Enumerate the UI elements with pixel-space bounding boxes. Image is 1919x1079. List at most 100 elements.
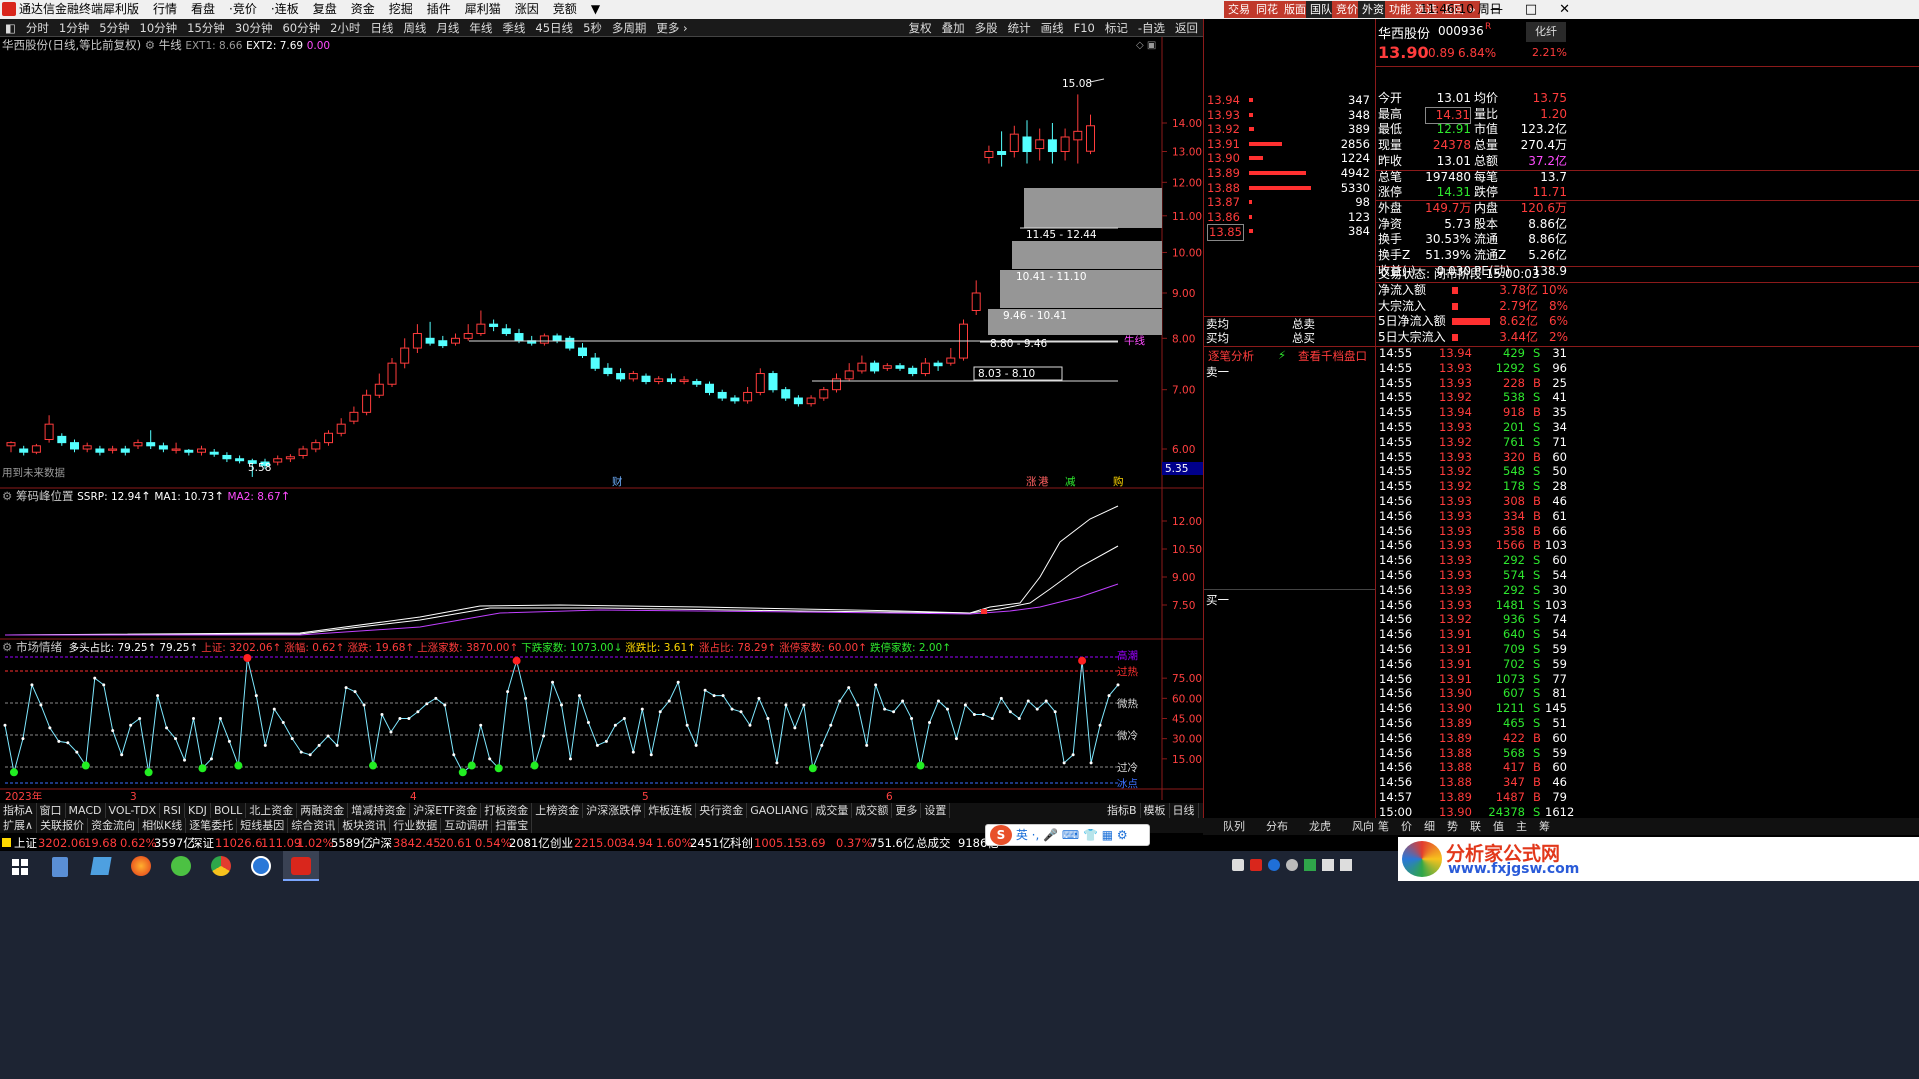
tick-row[interactable]: 14:56 13.88 417 B 60 bbox=[1377, 760, 1919, 775]
tab-tick-analysis[interactable]: 逐笔分析 bbox=[1208, 348, 1254, 364]
tick-row[interactable]: 14:56 13.91 702 S 59 bbox=[1377, 657, 1919, 672]
tick-row[interactable]: 14:56 13.93 292 S 60 bbox=[1377, 553, 1919, 568]
tick-row[interactable]: 14:55 13.92 538 S 41 bbox=[1377, 390, 1919, 405]
tick-row[interactable]: 14:56 13.93 292 S 30 bbox=[1377, 583, 1919, 598]
tick-row[interactable]: 14:56 13.93 358 B 66 bbox=[1377, 524, 1919, 539]
indicator-tab[interactable]: 增减持资金 bbox=[348, 803, 411, 818]
indicator-tab[interactable]: BOLL bbox=[211, 803, 247, 818]
indicator-tab[interactable]: 两融资金 bbox=[297, 803, 349, 818]
period-tab[interactable]: 5分钟 bbox=[94, 19, 134, 37]
tick-row[interactable]: 14:56 13.93 334 B 61 bbox=[1377, 509, 1919, 524]
period-tab[interactable]: 5秒 bbox=[578, 19, 607, 37]
right-bottom-tab[interactable]: 值 bbox=[1493, 818, 1504, 835]
tick-row[interactable]: 14:55 13.93 201 S 34 bbox=[1377, 420, 1919, 435]
tick-row[interactable]: 14:55 13.93 228 B 25 bbox=[1377, 376, 1919, 391]
minimize-icon[interactable]: — bbox=[1490, 0, 1503, 19]
extension-tab[interactable]: 扫雷宝 bbox=[492, 818, 533, 833]
tick-row[interactable]: 14:56 13.89 465 S 51 bbox=[1377, 716, 1919, 731]
indicator-b-tab[interactable]: 日线 bbox=[1170, 803, 1199, 818]
tick-row[interactable]: 14:56 13.88 347 B 46 bbox=[1377, 775, 1919, 790]
period-tab[interactable]: 分时 bbox=[21, 19, 54, 37]
period-tab[interactable]: 30分钟 bbox=[230, 19, 278, 37]
indicator-tab[interactable]: 上榜资金 bbox=[532, 803, 584, 818]
tick-row[interactable]: 14:55 13.92 548 S 50 bbox=[1377, 464, 1919, 479]
orderbook-row[interactable]: 13.90 1224 bbox=[1206, 151, 1374, 166]
indicator-tab[interactable]: 北上资金 bbox=[246, 803, 298, 818]
extension-tab[interactable]: 资金流向 bbox=[88, 818, 140, 833]
right-bottom-tab[interactable]: 势 bbox=[1447, 818, 1458, 835]
menu-item[interactable]: 行情 bbox=[146, 0, 184, 19]
extension-tab[interactable]: 关联报价 bbox=[37, 818, 89, 833]
right-bottom-tab[interactable]: 主 bbox=[1516, 818, 1527, 835]
browser-icon[interactable] bbox=[251, 856, 271, 876]
tdx-taskbar-button[interactable] bbox=[283, 851, 319, 881]
period-tab[interactable]: 1分钟 bbox=[54, 19, 94, 37]
index-name[interactable]: 沪深 bbox=[369, 835, 392, 851]
maximize-icon[interactable]: □ bbox=[1525, 0, 1537, 19]
indicator-tab[interactable]: 成交量 bbox=[812, 803, 853, 818]
indicator-tab[interactable]: 设置 bbox=[921, 803, 951, 818]
tool-button[interactable]: 叠加 bbox=[937, 19, 970, 37]
tick-row[interactable]: 14:56 13.91 640 S 54 bbox=[1377, 627, 1919, 642]
index-name[interactable]: 深证 bbox=[191, 835, 214, 851]
orderbook-row[interactable]: 13.93 348 bbox=[1206, 108, 1374, 123]
menu-item[interactable]: 犀利版 bbox=[96, 0, 146, 19]
tool-button[interactable]: 统计 bbox=[1003, 19, 1036, 37]
tick-row[interactable]: 14:56 13.90 1211 S 145 bbox=[1377, 701, 1919, 716]
tick-row[interactable]: 14:55 13.93 1292 S 96 bbox=[1377, 361, 1919, 376]
period-tab[interactable]: 周线 bbox=[398, 19, 431, 37]
tool-button[interactable]: 复权 bbox=[904, 19, 937, 37]
tick-row[interactable]: 14:55 13.94 429 S 31 bbox=[1377, 346, 1919, 361]
period-tab[interactable]: 45日线 bbox=[530, 19, 578, 37]
right-bottom-tab[interactable]: 分布 bbox=[1266, 818, 1288, 835]
top-tab[interactable]: 交易 bbox=[1224, 1, 1254, 18]
tick-row[interactable]: 14:56 13.89 422 B 60 bbox=[1377, 731, 1919, 746]
indicator-tab[interactable]: 窗口 bbox=[37, 803, 66, 818]
sector-badge[interactable]: 化纤 bbox=[1526, 22, 1566, 42]
period-tab[interactable]: 月线 bbox=[431, 19, 464, 37]
settings-gear-icon[interactable]: ⚙ bbox=[2, 489, 12, 503]
top-tab[interactable]: 同花 bbox=[1252, 1, 1282, 18]
sentiment-panel-title[interactable]: 市场情绪 bbox=[16, 640, 62, 654]
indicator-tab[interactable]: GAOLIANG bbox=[747, 803, 813, 818]
menu-item[interactable]: 看盘 bbox=[184, 0, 222, 19]
indicator-tab[interactable]: 央行资金 bbox=[696, 803, 748, 818]
tool-button[interactable]: 画线 bbox=[1036, 19, 1069, 37]
orderbook-row[interactable]: 13.94 347 bbox=[1206, 93, 1374, 108]
index-name[interactable]: 创业 bbox=[550, 835, 573, 851]
tick-row[interactable]: 14:55 13.92 178 S 28 bbox=[1377, 479, 1919, 494]
explorer-icon[interactable] bbox=[90, 857, 112, 875]
orderbook-row[interactable]: 13.85 384 bbox=[1206, 224, 1374, 241]
orderbook-row[interactable]: 13.92 389 bbox=[1206, 122, 1374, 137]
period-tab[interactable]: 多周期 bbox=[607, 19, 652, 37]
indicator-tab[interactable]: 成交额 bbox=[852, 803, 893, 818]
tab-depth-view[interactable]: 查看千档盘口 bbox=[1298, 348, 1367, 364]
period-tab[interactable]: 2小时 bbox=[325, 19, 365, 37]
menu-item[interactable]: 犀利猫 bbox=[458, 0, 508, 19]
right-bottom-tab[interactable]: 细 bbox=[1424, 818, 1435, 835]
360-browser-icon[interactable] bbox=[171, 856, 191, 876]
tool-button[interactable]: 多股 bbox=[970, 19, 1003, 37]
right-bottom-tab[interactable]: 龙虎 bbox=[1309, 818, 1331, 835]
orderbook-row[interactable]: 13.91 2856 bbox=[1206, 137, 1374, 152]
windows-start-icon[interactable] bbox=[12, 859, 28, 875]
kline-chart-area[interactable]: 14.00 13.00 12.00 11.00 10.00 9.00 8.00 7.00 6.0… bbox=[0, 37, 1203, 800]
tool-button[interactable]: F10 bbox=[1069, 19, 1100, 37]
indicator-b-tab[interactable]: 指标B bbox=[1104, 803, 1141, 818]
panel-toggle-icon[interactable]: ◧ bbox=[0, 19, 21, 37]
tray-icons[interactable] bbox=[1232, 859, 1382, 875]
right-bottom-tab[interactable]: 筹 bbox=[1539, 818, 1550, 835]
menu-item[interactable]: 涨因 bbox=[508, 0, 546, 19]
chart-corner-icons[interactable]: ◇ ▣ bbox=[1136, 40, 1156, 51]
orderbook-row[interactable]: 13.86 123 bbox=[1206, 210, 1374, 225]
close-icon[interactable]: ✕ bbox=[1559, 0, 1570, 19]
calculator-icon[interactable] bbox=[52, 857, 68, 877]
indicator-tab[interactable]: 指标A bbox=[0, 803, 37, 818]
extension-tab[interactable]: 综合资讯 bbox=[288, 818, 340, 833]
extension-tab[interactable]: 板块资讯 bbox=[339, 818, 391, 833]
extension-tab[interactable]: 相似K线 bbox=[139, 818, 187, 833]
right-bottom-tab[interactable]: 联 bbox=[1470, 818, 1481, 835]
tick-row[interactable]: 14:56 13.93 1566 B 103 bbox=[1377, 538, 1919, 553]
tick-row[interactable]: 14:56 13.93 574 S 54 bbox=[1377, 568, 1919, 583]
menu-item[interactable]: ▼ bbox=[584, 0, 607, 19]
